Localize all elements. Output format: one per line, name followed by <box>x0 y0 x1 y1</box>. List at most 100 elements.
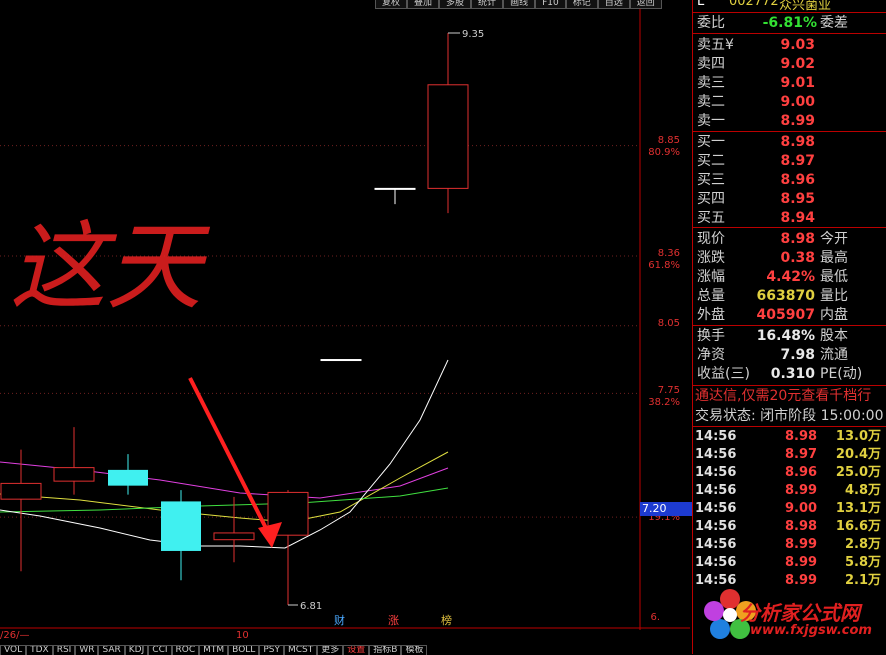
bid-row[interactable]: 买五 8.94 <box>695 209 886 227</box>
date-mid: 10 <box>236 630 249 641</box>
tick-volume: 20.4万 <box>835 447 881 462</box>
weibi-label: 委比 <box>697 15 725 31</box>
pct-label-2: 61.8% <box>648 260 680 271</box>
stat-label: 收益(三) <box>697 366 750 382</box>
bid-row[interactable]: 买二 8.97 <box>695 152 886 170</box>
candle-body <box>108 469 148 486</box>
tick-volume: 25.0万 <box>835 465 881 480</box>
bid-row[interactable]: 买三 8.96 <box>695 171 886 189</box>
tick-volume: 5.8万 <box>844 555 881 570</box>
ask-label: 卖四 <box>697 56 725 72</box>
tick-row: 14:56 8.97 20.4万 <box>695 446 886 464</box>
ask-price: 9.00 <box>780 94 815 110</box>
ask-price: 9.02 <box>780 56 815 72</box>
stat-suffix: 最低 <box>820 269 848 285</box>
tick-time: 14:56 <box>695 555 737 570</box>
ask-row[interactable]: 卖四 9.02 <box>695 55 886 73</box>
event-marker: 财 <box>334 613 345 627</box>
ask-label: 卖二 <box>697 94 725 110</box>
bid-price: 8.95 <box>780 191 815 207</box>
tick-time: 14:56 <box>695 429 737 444</box>
high-annotation: 9.35 <box>462 29 484 40</box>
stat-label: 外盘 <box>697 307 725 323</box>
toolbar-button-6[interactable]: 标记 <box>565 0 598 9</box>
ask-label: 卖三 <box>697 75 725 91</box>
chart-toolbar: 复权 叠加 多股 统计 画线 F10 标记 自选 返回 <box>375 0 662 9</box>
candle-body <box>213 532 255 541</box>
stat-value: 7.98 <box>780 347 815 363</box>
candle-body <box>320 359 362 362</box>
watermark-url: www.fxjgsw.com <box>750 623 872 638</box>
ask-row[interactable]: 卖三 9.01 <box>695 74 886 92</box>
toolbar-button-5[interactable]: F10 <box>535 0 566 9</box>
toolbar-button-2[interactable]: 多股 <box>439 0 472 9</box>
tick-time: 14:56 <box>695 465 737 480</box>
stock-header: L 002772 众兴菌业 <box>693 0 886 12</box>
tick-price: 8.97 <box>785 447 818 462</box>
date-left: /26/— <box>0 630 30 641</box>
bid-label: 买二 <box>697 153 725 169</box>
pct-label-1: 80.9% <box>648 147 680 158</box>
price-label-1: 8.85 <box>657 135 680 146</box>
candle-body <box>53 467 95 482</box>
stat-row: 涨跌 0.38 最高 <box>695 249 886 267</box>
stat-label: 换手 <box>697 328 725 344</box>
price-label-3: 8.05 <box>657 318 680 329</box>
weibi-value: -6.81% <box>762 15 817 31</box>
kline-svg[interactable]: 9.35 6.81 财 涨 榜 这天 <box>0 0 690 645</box>
stat-suffix: 股本 <box>820 328 848 344</box>
tick-volume: 4.8万 <box>844 483 881 498</box>
price-label-2: 8.36 <box>657 248 680 259</box>
stat-suffix: PE(动) <box>820 366 863 382</box>
stat-value: 0.38 <box>780 250 815 266</box>
ask-row[interactable]: 卖一 8.99 <box>695 112 886 130</box>
event-marker: 涨 <box>388 614 399 627</box>
stat-suffix: 内盘 <box>820 307 848 323</box>
tick-row: 14:56 8.99 4.8万 <box>695 482 886 500</box>
tick-time: 14:56 <box>695 447 737 462</box>
bid-label: 买三 <box>697 172 725 188</box>
tick-price: 8.98 <box>785 519 818 534</box>
low-annotation: 6.81 <box>300 601 322 612</box>
weibi-row: 委比 -6.81% 委差 <box>695 14 886 32</box>
indicator-tabs: VOL TDX RSI WR SAR KDJ CCI ROC MTM BOLL PSY MCST 更多设… <box>0 645 692 655</box>
candle-body <box>161 501 201 551</box>
stat-row: 换手 16.48% 股本 <box>695 327 886 345</box>
bid-price: 8.96 <box>780 172 815 188</box>
toolbar-button-4[interactable]: 画线 <box>503 0 536 9</box>
stat-row: 收益(三) 0.310 PE(动) <box>695 365 886 383</box>
currency-icon: ¥ <box>725 37 734 53</box>
tick-volume: 16.6万 <box>835 519 881 534</box>
promo-text[interactable]: 通达信,仅需20元查看千档行 <box>695 387 886 405</box>
ask-row[interactable]: 卖五 ¥9.03 <box>695 36 886 54</box>
stat-value: 405907 <box>756 307 815 323</box>
tick-price: 8.99 <box>785 537 818 552</box>
bid-price: 8.97 <box>780 153 815 169</box>
event-marker: 榜 <box>441 613 452 627</box>
tick-row: 14:56 8.98 16.6万 <box>695 518 886 536</box>
ask-row[interactable]: 卖二 9.00 <box>695 93 886 111</box>
kline-chart[interactable]: 9.35 6.81 财 涨 榜 这天 复权 叠加 多股 统计 画线 F10 标记 自选 返回 8.85 8… <box>0 0 692 641</box>
bid-row[interactable]: 买四 8.95 <box>695 190 886 208</box>
tick-price: 8.96 <box>785 465 818 480</box>
stat-row: 总量 663870 量比 <box>695 287 886 305</box>
toolbar-button-3[interactable]: 统计 <box>471 0 504 9</box>
red-arrow-shaft <box>188 377 274 541</box>
code-prefix: L <box>697 0 705 9</box>
bid-label: 买四 <box>697 191 725 207</box>
watermark-title: 分析家公式网 <box>740 601 860 625</box>
bid-price: 8.98 <box>780 134 815 150</box>
stat-value: 0.310 <box>770 366 815 382</box>
tick-time: 14:56 <box>695 501 737 516</box>
stat-suffix: 流通 <box>820 347 848 363</box>
tick-row: 14:56 9.00 13.1万 <box>695 500 886 518</box>
tick-volume: 2.8万 <box>844 537 881 552</box>
toolbar-button-8[interactable]: 返回 <box>629 0 662 9</box>
bid-row[interactable]: 买一 8.98 <box>695 133 886 151</box>
tick-row: 14:56 8.96 25.0万 <box>695 464 886 482</box>
candle-body <box>374 187 416 190</box>
tick-price: 8.99 <box>785 483 818 498</box>
toolbar-button-7[interactable]: 自选 <box>597 0 630 9</box>
toolbar-button-0[interactable]: 复权 <box>375 0 408 9</box>
toolbar-button-1[interactable]: 叠加 <box>407 0 440 9</box>
